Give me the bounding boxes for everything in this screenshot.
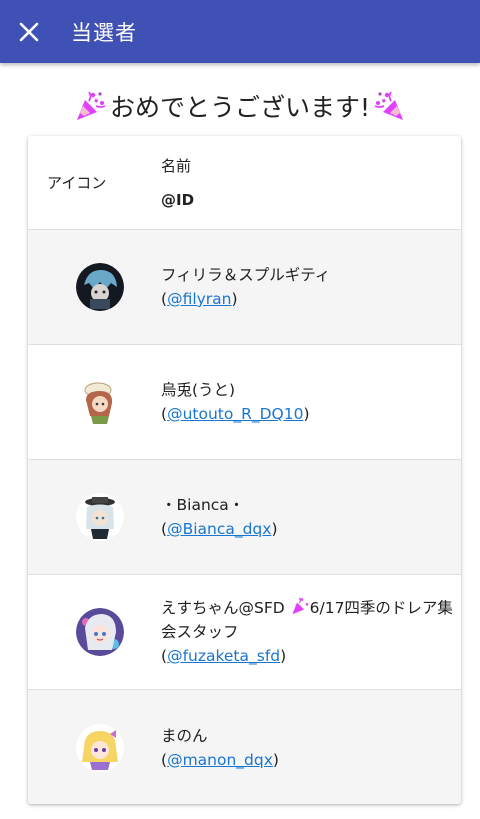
id-column-header: @ID (161, 190, 195, 209)
avatar (75, 263, 124, 311)
close-button[interactable] (14, 17, 44, 47)
party-popper-icon (76, 91, 106, 120)
congrats-heading: おめでとうございます! (0, 84, 480, 128)
close-icon (19, 22, 39, 41)
winner-id-link[interactable]: @utouto_R_DQ10 (167, 405, 303, 423)
congrats-text: おめでとうございます! (109, 93, 371, 122)
winner-name: フィリラ＆スプルギティ (161, 266, 331, 284)
icon-column-header: アイコン (47, 174, 107, 192)
avatar (75, 723, 124, 772)
table-row: まのん (@manon_dqx) (28, 690, 461, 804)
party-popper-icon (291, 597, 308, 615)
winner-name: えすちゃん@SFD 6/17四季のドレア集会スタッフ (161, 596, 461, 644)
winner-id-link[interactable]: @manon_dqx (167, 751, 273, 769)
page-title: 当選者 (71, 20, 137, 45)
table-row: フィリラ＆スプルギティ (@filyran) (28, 230, 461, 345)
id-paren-close: ) (271, 520, 278, 538)
table-row: ・Bianca・ (@Bianca_dqx) (28, 460, 461, 575)
winner-name: ・Bianca・ (161, 496, 245, 514)
table-header: アイコン 名前 @ID (28, 136, 461, 230)
winner-name: まのん (161, 726, 208, 745)
winner-name-part: えすちゃん@SFD (161, 599, 290, 617)
id-paren-close: ) (272, 750, 279, 769)
id-paren-close: ) (231, 290, 238, 308)
winner-id-link[interactable]: @filyran (167, 290, 231, 308)
party-popper-icon (374, 91, 404, 120)
winner-id-link[interactable]: @fuzaketa_sfd (167, 647, 280, 665)
winner-name: 烏兎(うと) (161, 381, 236, 399)
avatar (75, 493, 124, 541)
app-bar: 当選者 (0, 0, 480, 63)
avatar (75, 378, 124, 426)
winner-id-link[interactable]: @Bianca_dqx (167, 520, 271, 538)
winners-table: アイコン 名前 @ID フィリラ＆スプルギティ (@filyran) 烏兎(うと… (28, 136, 461, 804)
table-row: 烏兎(うと) (@utouto_R_DQ10) (28, 345, 461, 460)
avatar (75, 608, 124, 656)
name-column-header: 名前 (161, 156, 192, 175)
id-paren-close: ) (280, 647, 287, 665)
id-paren-close: ) (303, 405, 310, 423)
table-row: えすちゃん@SFD 6/17四季のドレア集会スタッフ (@fuzaketa_sf… (28, 575, 461, 690)
